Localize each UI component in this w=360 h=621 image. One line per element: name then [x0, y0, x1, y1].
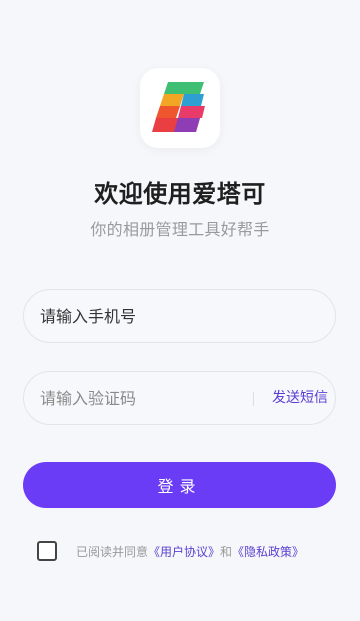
app-logo — [140, 68, 220, 148]
agreement-text: 已阅读并同意《用户协议》和《隐私政策》 — [76, 543, 304, 560]
field-divider — [253, 392, 254, 406]
agreement-prefix: 已阅读并同意 — [76, 545, 149, 559]
page-subtitle: 你的相册管理工具好帮手 — [90, 220, 270, 239]
agreement-checkbox[interactable] — [37, 541, 57, 561]
code-field-container: 发送短信 — [23, 371, 336, 425]
agreement-row: 已阅读并同意《用户协议》和《隐私政策》 — [37, 541, 337, 563]
agreement-conjunction: 和 — [220, 545, 233, 559]
page-title: 欢迎使用爱塔可 — [94, 180, 266, 208]
privacy-policy-link[interactable]: 《隐私政策》 — [232, 545, 304, 559]
send-sms-button[interactable]: 发送短信 — [264, 372, 336, 424]
phone-input[interactable] — [40, 290, 320, 342]
phone-field-container — [23, 289, 336, 343]
app-logo-icon — [152, 82, 205, 132]
verification-code-input[interactable] — [40, 372, 240, 424]
user-agreement-link[interactable]: 《用户协议》 — [148, 545, 220, 559]
login-button[interactable]: 登录 — [23, 462, 336, 508]
